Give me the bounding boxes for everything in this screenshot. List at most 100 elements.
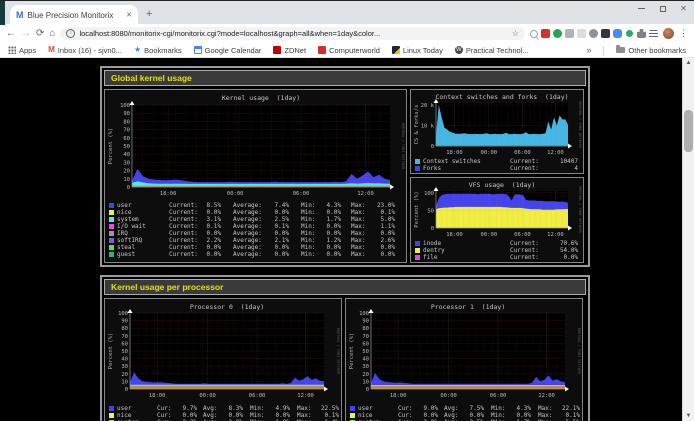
home-icon[interactable]: ⌂ xyxy=(49,24,55,43)
legend-stat-label: Cur: xyxy=(398,405,416,412)
bookmark-zdnet[interactable]: ZDNet xyxy=(273,46,306,55)
browser-tab[interactable]: M Blue Precision Monitorix ✕ xyxy=(10,5,138,25)
processor-1-graph-panel[interactable]: 010203040506070809010018:0000:0006:0012:… xyxy=(345,298,583,421)
bookmark-linux-today[interactable]: Linux Today xyxy=(392,46,443,55)
legend-swatch-icon xyxy=(350,406,355,411)
legend-stat-value: 0.0% xyxy=(369,244,395,251)
back-icon[interactable]: ← xyxy=(6,24,16,43)
legend-series-name: guest xyxy=(117,251,163,258)
green-circle-ext-icon[interactable] xyxy=(625,29,634,38)
svg-text:06:00: 06:00 xyxy=(490,393,507,399)
other-bookmarks-button[interactable]: Other bookmarks xyxy=(616,46,686,55)
bookmark-google-calendar[interactable]: Google Calendar xyxy=(194,46,262,55)
scroll-up-icon[interactable]: ▲ xyxy=(683,58,694,68)
legend-swatch-icon xyxy=(109,231,114,236)
svg-text:Percent (%): Percent (%) xyxy=(108,333,114,369)
legend-series-name: dentry xyxy=(423,247,510,254)
legend-stat-value: 0.0% xyxy=(319,230,341,237)
svg-text:Percent (%): Percent (%) xyxy=(108,128,114,164)
reload-icon[interactable]: ⟳ xyxy=(36,24,44,43)
bookmark-computerworld[interactable]: Computerworld xyxy=(318,46,380,55)
url-text[interactable]: localhost:8080/monitorix-cgi/monitorix.c… xyxy=(79,29,507,38)
svg-text:06:00: 06:00 xyxy=(514,150,531,156)
processor-0-graph[interactable]: 010203040506070809010018:0000:0006:0012:… xyxy=(106,300,340,404)
mail-ext-icon[interactable] xyxy=(541,29,550,38)
blue-square-ext-icon[interactable] xyxy=(613,29,622,38)
kernel-usage-graph-panel[interactable]: 010203040506070809010018:0000:0006:0012:… xyxy=(104,89,407,263)
bookmark-inbox[interactable]: M Inbox (16) - sjvn0... xyxy=(48,46,122,55)
scrollbar-thumb[interactable] xyxy=(684,110,693,152)
legend-stat-value: 0.0% xyxy=(369,230,395,237)
svg-text:90: 90 xyxy=(362,319,369,325)
svg-text:30: 30 xyxy=(121,364,128,370)
svg-text:06:00: 06:00 xyxy=(293,191,310,197)
privacy-ext-icon[interactable] xyxy=(589,29,598,38)
minimize-button[interactable] xyxy=(637,4,646,13)
dark-square-ext-icon[interactable] xyxy=(601,29,610,38)
kebab-menu-icon[interactable]: ⋮ xyxy=(679,24,688,43)
legend-stat-value: 0.0% xyxy=(319,223,341,230)
legend-stat-label: Max: xyxy=(351,230,369,237)
legend-stat-value: 5.0% xyxy=(369,216,395,223)
legend-swatch-icon xyxy=(415,166,420,171)
svg-text:06:00: 06:00 xyxy=(514,232,531,238)
tab-close-icon[interactable]: ✕ xyxy=(126,11,132,19)
svg-text:0: 0 xyxy=(127,185,130,191)
legend-row: systemCurrent:3.1%Average:2.5%Min:1.7%Ma… xyxy=(106,216,405,223)
processor-0-graph-panel[interactable]: 010203040506070809010018:0000:0006:0012:… xyxy=(104,298,342,421)
bookmark-label: Linux Today xyxy=(403,46,443,55)
extensions-puzzle-icon[interactable] xyxy=(637,29,646,38)
legend-stat-label: Cur: xyxy=(398,412,416,419)
copy-ext-icon[interactable] xyxy=(565,29,574,38)
search-ext-icon[interactable] xyxy=(530,30,538,38)
scroll-down-icon[interactable]: ▼ xyxy=(683,411,694,421)
svg-text:06:00: 06:00 xyxy=(249,393,266,399)
bookmark-apps[interactable]: Apps xyxy=(8,46,36,55)
vfs-usage-graph[interactable]: 05010018:0000:0006:0012:00VFS usage (1da… xyxy=(412,179,582,239)
svg-text:20: 20 xyxy=(362,372,369,378)
zdnet-icon xyxy=(273,46,281,54)
titlebar: M Blue Precision Monitorix ✕ + ✕ xyxy=(0,0,694,24)
maximize-button[interactable] xyxy=(658,4,667,13)
calendar-icon xyxy=(194,46,202,54)
svg-text:RRDTOOL / TOBI OETIKER: RRDTOOL / TOBI OETIKER xyxy=(336,328,340,375)
legend-series-name: nice xyxy=(117,209,163,216)
context-switches-graph[interactable]: 010 k20 k18:0000:0006:0012:00Context swi… xyxy=(412,91,582,157)
notes-ext-icon[interactable] xyxy=(577,29,586,38)
bookmark-practical-technology[interactable]: Practical Technol... xyxy=(455,46,529,55)
apps-grid-icon xyxy=(8,46,16,54)
page-scrollbar[interactable]: ▲ ▼ xyxy=(682,58,694,421)
legend-stat-label: Min: xyxy=(301,223,319,230)
processor-1-legend: userCur:9.0%Avg:7.5%Min:4.3%Max:22.1%nic… xyxy=(347,405,581,421)
svg-text:18:00: 18:00 xyxy=(160,191,177,197)
legend-swatch-icon xyxy=(350,413,355,418)
forward-icon[interactable]: → xyxy=(21,24,31,43)
legend-series-name: steal xyxy=(117,244,163,251)
svg-text:RRDTOOL / TOBI OETIKER: RRDTOOL / TOBI OETIKER xyxy=(578,186,582,233)
legend-stat-value: 1.2% xyxy=(319,237,341,244)
kernel-usage-graph[interactable]: 010203040506070809010018:0000:0006:0012:… xyxy=(106,91,405,201)
legend-stat-label: Max: xyxy=(538,412,556,419)
site-info-icon[interactable] xyxy=(66,29,75,38)
close-button[interactable]: ✕ xyxy=(679,4,688,13)
legend-stat-value: 8.3% xyxy=(221,405,243,412)
svg-text:18:00: 18:00 xyxy=(446,150,463,156)
address-bar[interactable]: localhost:8080/monitorix-cgi/monitorix.c… xyxy=(60,27,525,40)
bookmark-label: Google Calendar xyxy=(205,46,262,55)
legend-row: stealCurrent:0.0%Average:0.0%Min:0.0%Max… xyxy=(106,244,405,251)
reading-list-icon[interactable] xyxy=(649,30,658,38)
context-switches-graph-panel[interactable]: 010 k20 k18:0000:0006:0012:00Context swi… xyxy=(410,89,584,174)
bookmarks-overflow-chevron[interactable]: » xyxy=(586,45,591,55)
svg-text:Processor 0 (1day): Processor 0 (1day) xyxy=(190,303,264,311)
bookmark-bookmarks[interactable]: ★ Bookmarks xyxy=(134,46,182,55)
globe-ext-icon[interactable] xyxy=(553,29,562,38)
profile-avatar[interactable] xyxy=(663,28,674,39)
bookmark-label: Practical Technol... xyxy=(466,46,529,55)
bookmark-star-icon[interactable]: ☆ xyxy=(512,29,519,38)
svg-text:20: 20 xyxy=(123,169,130,175)
browser-toolbar: ← → ⟳ ⌂ localhost:8080/monitorix-cgi/mon… xyxy=(0,24,694,43)
star-icon: ★ xyxy=(134,46,141,54)
new-tab-button[interactable]: + xyxy=(146,8,152,20)
processor-1-graph[interactable]: 010203040506070809010018:0000:0006:0012:… xyxy=(347,300,581,404)
vfs-usage-graph-panel[interactable]: 05010018:0000:0006:0012:00VFS usage (1da… xyxy=(410,177,584,263)
